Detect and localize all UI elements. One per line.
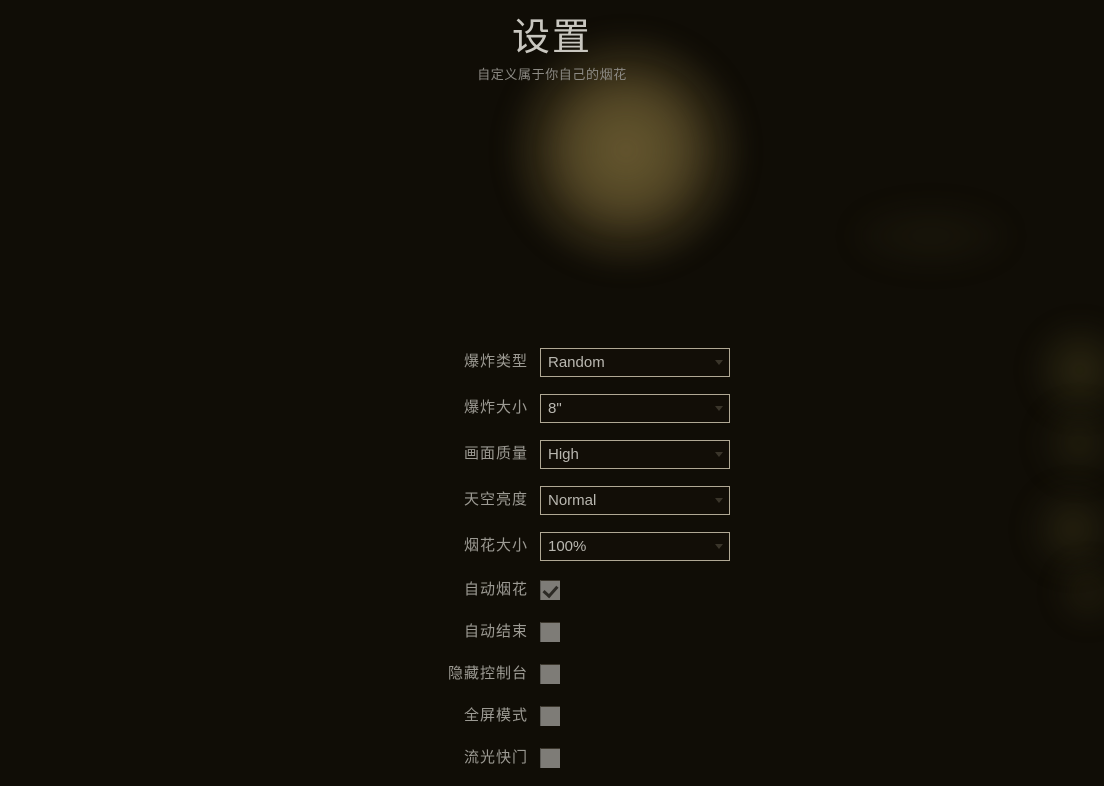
settings-form: 爆炸类型 Random 爆炸大小 8" 画面质量 High 天空亮度 Norma… [0,339,1104,779]
select-explosion-type[interactable]: Random [540,347,730,377]
setting-row-fullscreen-mode: 全屏模式 [0,695,1104,737]
select-wrap-firework-scale: 100% [540,531,730,561]
label-explosion-size: 爆炸大小 [463,399,528,416]
select-wrap-explosion-type: Random [540,347,730,377]
select-wrap-sky-brightness: Normal [540,485,730,515]
select-sky-brightness[interactable]: Normal [540,485,730,515]
setting-row-explosion-size: 爆炸大小 8" [0,385,1104,431]
checkbox-long-exposure[interactable] [540,748,560,768]
checkbox-auto-firework[interactable] [540,580,560,600]
settings-header: 设置 自定义属于你自己的烟花 [0,0,1104,84]
setting-row-sky-brightness: 天空亮度 Normal [0,477,1104,523]
select-wrap-render-quality: High [540,439,730,469]
select-render-quality[interactable]: High [540,439,730,469]
setting-row-long-exposure: 流光快门 [0,737,1104,779]
page-subtitle: 自定义属于你自己的烟花 [477,67,627,82]
checkbox-auto-finale[interactable] [540,622,560,642]
label-auto-firework: 自动烟花 [463,581,528,598]
label-explosion-type: 爆炸类型 [463,353,528,370]
setting-row-auto-firework: 自动烟花 [0,569,1104,611]
setting-row-auto-finale: 自动结束 [0,611,1104,653]
label-render-quality: 画面质量 [463,445,528,462]
select-firework-scale[interactable]: 100% [540,531,730,561]
setting-row-explosion-type: 爆炸类型 Random [0,339,1104,385]
select-wrap-explosion-size: 8" [540,393,730,423]
setting-row-hide-console: 隐藏控制台 [0,653,1104,695]
label-fullscreen-mode: 全屏模式 [463,707,528,724]
page-title: 设置 [511,17,592,59]
label-firework-scale: 烟花大小 [463,537,528,554]
checkbox-fullscreen-mode[interactable] [540,706,560,726]
settings-panel: 设置 自定义属于你自己的烟花 爆炸类型 Random 爆炸大小 8" 画面质量 … [0,0,1104,786]
label-hide-console: 隐藏控制台 [447,665,528,682]
label-long-exposure: 流光快门 [463,749,528,766]
setting-row-render-quality: 画面质量 High [0,431,1104,477]
label-auto-finale: 自动结束 [463,623,528,640]
label-sky-brightness: 天空亮度 [463,491,528,508]
select-explosion-size[interactable]: 8" [540,393,730,423]
setting-row-firework-scale: 烟花大小 100% [0,523,1104,569]
checkbox-hide-console[interactable] [540,664,560,684]
